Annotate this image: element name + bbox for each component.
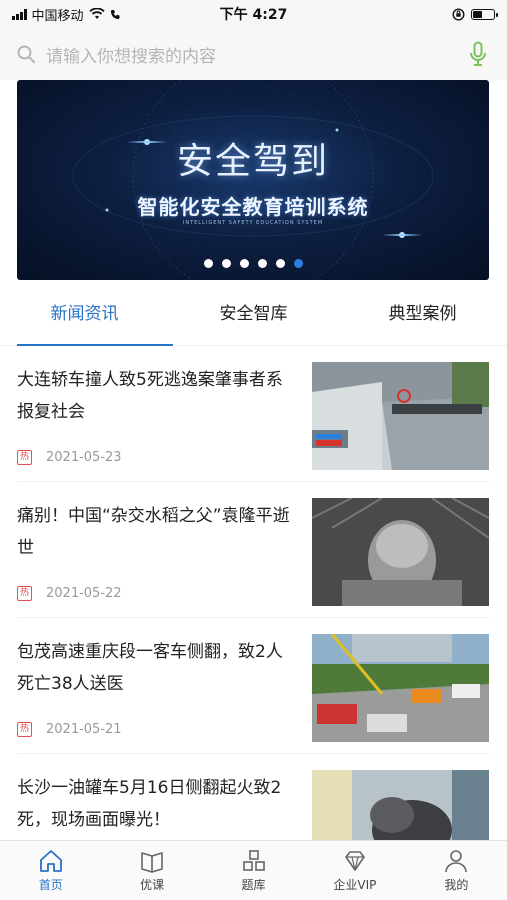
news-title: 长沙一油罐车5月16日侧翻起火致2死，现场画面曝光！ [17,778,282,830]
news-list: 大连轿车撞人致5死逃逸案肇事者系报复社会 热 2021-05-23 痛别！中国“… [0,346,507,840]
tab-news[interactable]: 新闻资讯 [0,290,173,346]
news-title: 包茂高速重庆段一客车侧翻，致2人死亡38人送医 [17,642,283,694]
carousel-dot[interactable] [221,259,231,268]
news-meta: 热 2021-05-21 [17,722,122,737]
tab-safety-library[interactable]: 安全智库 [169,290,338,345]
news-title: 痛别！中国“杂交水稻之父”袁隆平逝世 [17,506,290,558]
nav-home[interactable]: 首页 [0,841,101,900]
carousel-dot[interactable] [203,259,213,268]
book-icon [141,852,163,873]
battery-icon [471,8,498,20]
tab-bar: 新闻资讯 安全智库 典型案例 [0,290,507,346]
nav-label: 首页 [38,878,63,892]
nav-mine[interactable]: 我的 [406,841,507,900]
news-item[interactable]: 痛别！中国“杂交水稻之父”袁隆平逝世 热 2021-05-22 [17,482,490,618]
search-input[interactable]: 请输入你想搜索的内容 [36,42,465,67]
news-date: 2021-05-23 [46,450,122,465]
news-item[interactable]: 长沙一油罐车5月16日侧翻起火致2死，现场画面曝光！ [17,754,490,840]
news-thumbnail [312,634,489,742]
hot-badge: 热 [17,722,32,737]
microphone-icon[interactable] [465,41,491,67]
diamond-icon [345,851,365,871]
bottom-nav: 首页 优课 题库 企业VIP 我的 [0,840,507,900]
call-icon [110,9,120,19]
nav-question-bank[interactable]: 题库 [203,841,304,900]
news-item[interactable]: 大连轿车撞人致5死逃逸案肇事者系报复社会 热 2021-05-23 [17,346,490,482]
nav-label: 企业VIP [333,878,377,892]
carousel-dots[interactable] [17,259,489,268]
nav-label: 我的 [444,878,469,892]
status-left: 中国移动 [12,5,182,24]
nav-enterprise-vip[interactable]: 企业VIP [304,841,405,900]
promo-banner[interactable]: 安全驾到 智能化安全教育培训系统 INTELLIGENT SAFETY EDUC… [17,80,489,280]
nav-courses[interactable]: 优课 [101,841,202,900]
orientation-lock-icon [452,7,465,21]
banner-subtitle: 智能化安全教育培训系统 [137,195,369,219]
search-bar[interactable]: 请输入你想搜索的内容 [0,28,507,80]
search-icon [17,45,36,64]
news-date: 2021-05-21 [46,722,122,737]
hot-badge: 热 [17,586,32,601]
news-title: 大连轿车撞人致5死逃逸案肇事者系报复社会 [17,370,283,422]
status-time: 下午 4:27 [219,7,288,23]
wifi-icon [88,8,105,19]
news-item[interactable]: 包茂高速重庆段一客车侧翻，致2人死亡38人送医 热 2021-05-21 [17,618,490,754]
news-meta: 热 2021-05-23 [17,450,122,465]
home-icon [39,850,62,872]
tab-typical-cases[interactable]: 典型案例 [338,290,507,345]
carousel-dot[interactable] [239,259,249,268]
nav-label: 优课 [140,878,165,892]
status-bar: 中国移动 下午 4:27 [0,0,507,28]
carousel-dot[interactable] [257,259,267,268]
hot-badge: 热 [17,450,32,465]
news-thumbnail [312,362,489,470]
news-thumbnail [312,770,489,840]
user-icon [445,850,468,873]
banner-subtitle-en: INTELLIGENT SAFETY EDUCATION SYSTEM [182,220,324,226]
nav-label: 题库 [241,878,266,892]
carrier-name: 中国移动 [31,8,84,24]
banner-spark [382,234,422,236]
carousel-dot[interactable] [293,259,303,268]
news-meta: 热 2021-05-22 [17,586,122,601]
news-date: 2021-05-22 [46,586,122,601]
news-thumbnail [312,498,489,606]
carousel-dot[interactable] [275,259,285,268]
banner-title: 安全驾到 [176,141,329,182]
status-right [325,7,498,21]
battery-level [473,10,482,18]
grid-icon [242,850,265,871]
signal-icon [12,8,27,20]
